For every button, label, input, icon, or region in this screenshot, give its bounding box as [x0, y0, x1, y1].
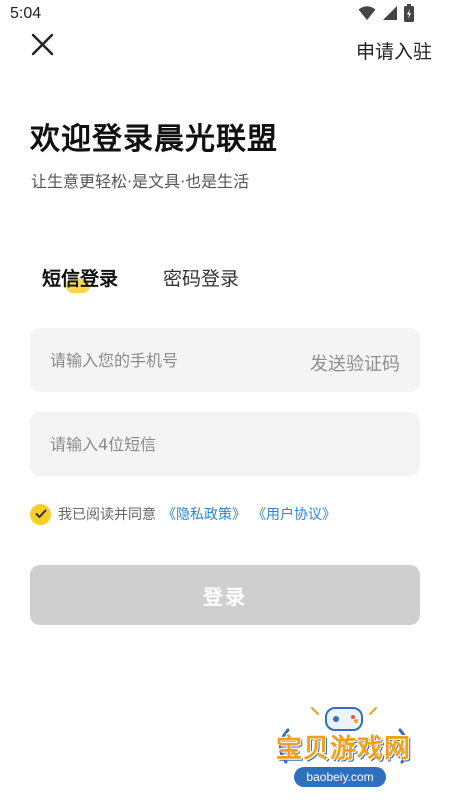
status-bar: 5:04 [0, 0, 450, 30]
status-time: 5:04 [10, 5, 42, 22]
close-button[interactable] [28, 30, 58, 60]
agreement-checkbox[interactable] [30, 503, 51, 525]
agreement-row: 我已阅读并同意 《隐私政策》 《用户协议》 [30, 503, 336, 525]
tab-sms-login[interactable]: 短信登录 [42, 264, 118, 291]
watermark-logo: 宝贝游戏网 baobeiy.com [268, 700, 420, 796]
sms-code-field [30, 412, 420, 476]
page-title: 欢迎登录晨光联盟 [30, 122, 278, 157]
wifi-icon [358, 5, 376, 25]
signal-icon [382, 5, 398, 25]
apply-entry-link[interactable]: 申请入驻 [356, 37, 432, 64]
close-icon [31, 33, 54, 56]
battery-icon [404, 4, 414, 26]
login-button[interactable]: 登录 [30, 565, 420, 625]
user-agreement-link[interactable]: 《用户协议》 [252, 504, 336, 524]
agreement-text: 我已阅读并同意 [58, 507, 156, 523]
privacy-policy-link[interactable]: 《隐私政策》 [162, 504, 246, 524]
watermark-text: 宝贝游戏网 [276, 734, 412, 764]
phone-input[interactable] [50, 328, 290, 392]
check-icon [35, 509, 46, 518]
page-subtitle: 让生意更轻松·是文具·也是生活 [31, 172, 250, 191]
tab-password-login[interactable]: 密码登录 [163, 264, 239, 291]
status-icons [358, 4, 414, 26]
phone-field: 发送验证码 [30, 328, 420, 392]
watermark-domain: baobeiy.com [294, 767, 386, 787]
sms-code-input[interactable] [50, 412, 400, 476]
send-code-button[interactable]: 发送验证码 [310, 350, 400, 376]
